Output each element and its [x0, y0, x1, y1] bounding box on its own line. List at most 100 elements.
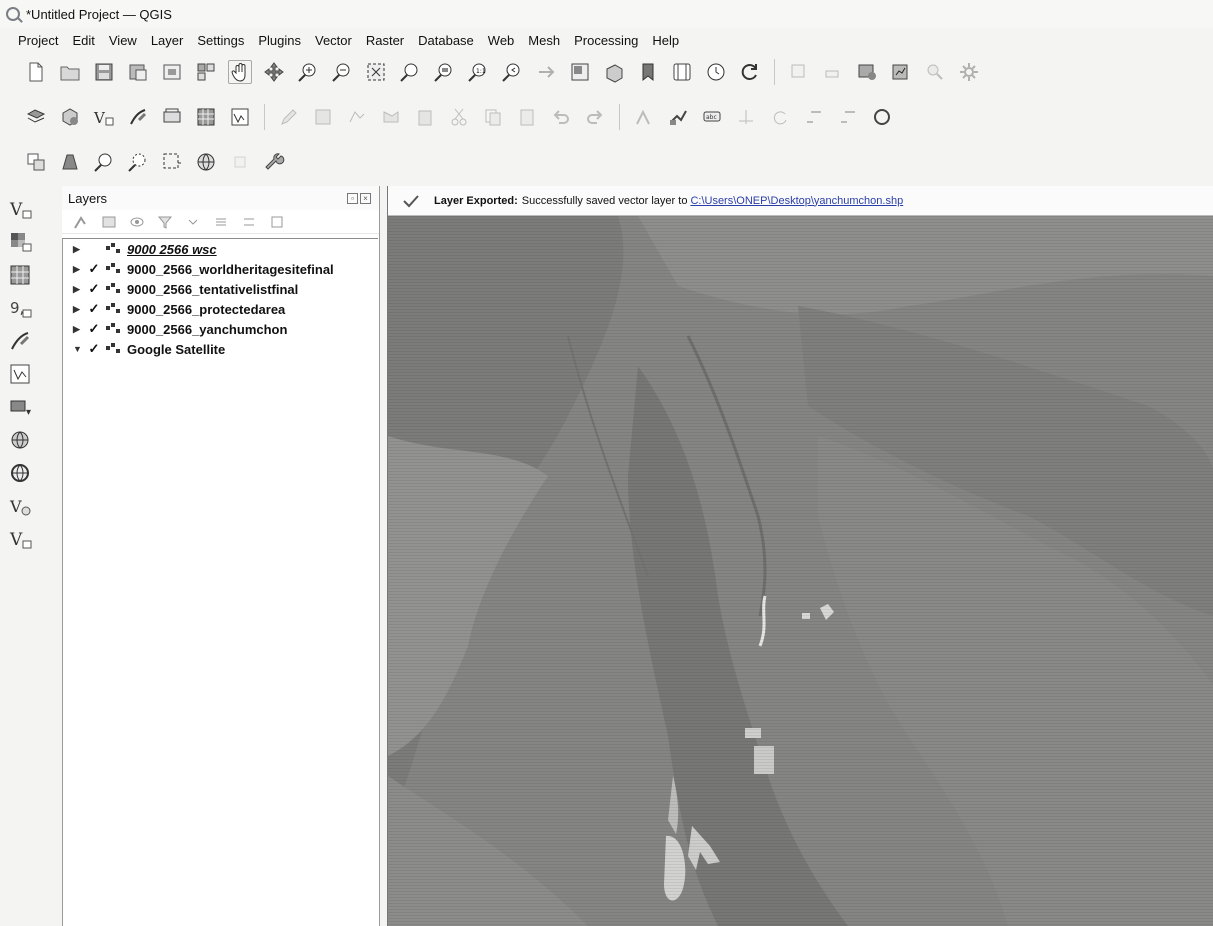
visibility-eye-icon[interactable] [128, 213, 146, 231]
add-feature-icon[interactable] [345, 105, 369, 129]
zoom-in-icon[interactable] [296, 60, 320, 84]
map-canvas[interactable]: Layer Exported: Successfully saved vecto… [387, 186, 1213, 926]
zoom-to-layer-icon[interactable] [432, 60, 456, 84]
open-attribute-table-icon[interactable] [855, 60, 879, 84]
new-map-view-icon[interactable] [568, 60, 592, 84]
pan-to-selection-icon[interactable] [262, 60, 286, 84]
new-3d-view-icon[interactable] [602, 60, 626, 84]
clock-icon[interactable] [704, 60, 728, 84]
zoom-select-icon[interactable] [126, 150, 150, 174]
select-features-icon[interactable] [821, 60, 845, 84]
add-delimited-text-icon[interactable]: 9, [6, 295, 36, 321]
layer-visibility-checkbox[interactable]: ✓ [85, 241, 103, 257]
digitize-icon[interactable] [126, 105, 150, 129]
zoom-native-icon[interactable]: 1:1 [466, 60, 490, 84]
layer-row[interactable]: ▶ ✓ 9000_2566_tentativelistfinal [63, 279, 378, 299]
add-vector-tile-icon[interactable]: V [6, 493, 36, 519]
layer-visibility-checkbox[interactable]: ✓ [85, 261, 103, 277]
show-label-icon[interactable]: abc [700, 105, 724, 129]
expand-arrow-icon[interactable]: ▶ [73, 244, 85, 255]
help-icon[interactable] [870, 105, 894, 129]
layer-row[interactable]: ▶ ✓ 9000_2566_worldheritagesitefinal [63, 259, 378, 279]
undo-icon[interactable] [549, 105, 573, 129]
expand-arrow-icon[interactable]: ▶ [73, 284, 85, 295]
menu-view[interactable]: View [109, 33, 137, 48]
menu-processing[interactable]: Processing [574, 33, 638, 48]
menu-web[interactable]: Web [488, 33, 515, 48]
add-virtual-layer-icon[interactable] [228, 105, 252, 129]
python-console-icon[interactable] [24, 150, 48, 174]
save-project-icon[interactable] [92, 60, 116, 84]
float-panel-icon[interactable]: ▫ [347, 192, 358, 204]
statistics-icon[interactable] [889, 60, 913, 84]
rotate-label-icon[interactable] [768, 105, 792, 129]
layer-visibility-checkbox[interactable]: ✓ [85, 341, 103, 357]
add-group-icon[interactable] [100, 213, 118, 231]
identify-icon[interactable] [787, 60, 811, 84]
new-geopackage-icon[interactable] [58, 105, 82, 129]
pan-hand-icon[interactable] [228, 60, 252, 84]
zoom-full-icon[interactable] [364, 60, 388, 84]
exported-file-link[interactable]: C:\Users\ONEP\Desktop\yanchumchon.shp [690, 195, 903, 207]
menu-mesh[interactable]: Mesh [528, 33, 560, 48]
menu-layer[interactable]: Layer [151, 33, 184, 48]
add-raster-icon[interactable] [160, 105, 184, 129]
add-spatialite-icon[interactable] [6, 328, 36, 354]
add-virtual-layer-icon[interactable] [6, 361, 36, 387]
zoom-next-icon[interactable] [534, 60, 558, 84]
menu-plugins[interactable]: Plugins [258, 33, 301, 48]
copy-icon[interactable] [481, 105, 505, 129]
add-point-cloud-icon[interactable]: V [6, 526, 36, 552]
layout-manager-icon[interactable] [194, 60, 218, 84]
settings-icon[interactable] [957, 60, 981, 84]
measure-icon[interactable] [923, 60, 947, 84]
add-mesh-layer-icon[interactable] [6, 262, 36, 288]
print-layout-icon[interactable] [160, 60, 184, 84]
move-label-icon[interactable] [734, 105, 758, 129]
remove-layer-icon[interactable] [268, 213, 286, 231]
collapse-all-icon[interactable] [240, 213, 258, 231]
cut-icon[interactable] [447, 105, 471, 129]
paste-icon[interactable] [515, 105, 539, 129]
layer-row[interactable]: ▶ ✓ 9000_2566_protectedarea [63, 299, 378, 319]
expand-all-icon[interactable] [212, 213, 230, 231]
menu-database[interactable]: Database [418, 33, 474, 48]
delete-icon[interactable] [413, 105, 437, 129]
blank-icon[interactable] [228, 150, 252, 174]
layer-visibility-checkbox[interactable]: ✓ [85, 321, 103, 337]
menu-vector[interactable]: Vector [315, 33, 352, 48]
plugin-icon[interactable] [58, 150, 82, 174]
edit-pencil-icon[interactable] [277, 105, 301, 129]
menu-edit[interactable]: Edit [72, 33, 94, 48]
layer-visibility-checkbox[interactable]: ✓ [85, 281, 103, 297]
diagram-icon[interactable] [836, 105, 860, 129]
add-mesh-icon[interactable] [194, 105, 218, 129]
label-toolbar-icon[interactable] [632, 105, 656, 129]
redo-icon[interactable] [583, 105, 607, 129]
bookmark-icon[interactable] [636, 60, 660, 84]
layer-visibility-checkbox[interactable]: ✓ [85, 301, 103, 317]
change-label-icon[interactable] [802, 105, 826, 129]
layer-row[interactable]: ▶ ✓ 9000 2566 wsc [63, 239, 378, 259]
menu-settings[interactable]: Settings [197, 33, 244, 48]
close-panel-icon[interactable]: × [360, 192, 371, 204]
add-wcs-layer-icon[interactable] [6, 427, 36, 453]
add-wfs-layer-icon[interactable] [6, 460, 36, 486]
expand-arrow-icon[interactable]: ▶ [73, 304, 85, 315]
data-source-manager-icon[interactable] [24, 105, 48, 129]
vertex-tool-icon[interactable] [379, 105, 403, 129]
filter-dropdown-icon[interactable] [184, 213, 202, 231]
add-vector-layer-icon[interactable]: V [92, 105, 116, 129]
menu-raster[interactable]: Raster [366, 33, 404, 48]
add-vector-layer-icon[interactable]: V [6, 196, 36, 222]
zoom-last-icon[interactable] [500, 60, 524, 84]
add-wms-layer-icon[interactable]: ▾ [6, 394, 36, 420]
save-edits-icon[interactable] [311, 105, 335, 129]
globe-icon[interactable] [194, 150, 218, 174]
filter-icon[interactable] [156, 213, 174, 231]
expand-arrow-icon[interactable]: ▶ [73, 324, 85, 335]
layer-row[interactable]: ▼ ✓ Google Satellite [63, 339, 378, 359]
extent-icon[interactable] [160, 150, 184, 174]
temporal-controller-icon[interactable] [670, 60, 694, 84]
refresh-icon[interactable] [738, 60, 762, 84]
